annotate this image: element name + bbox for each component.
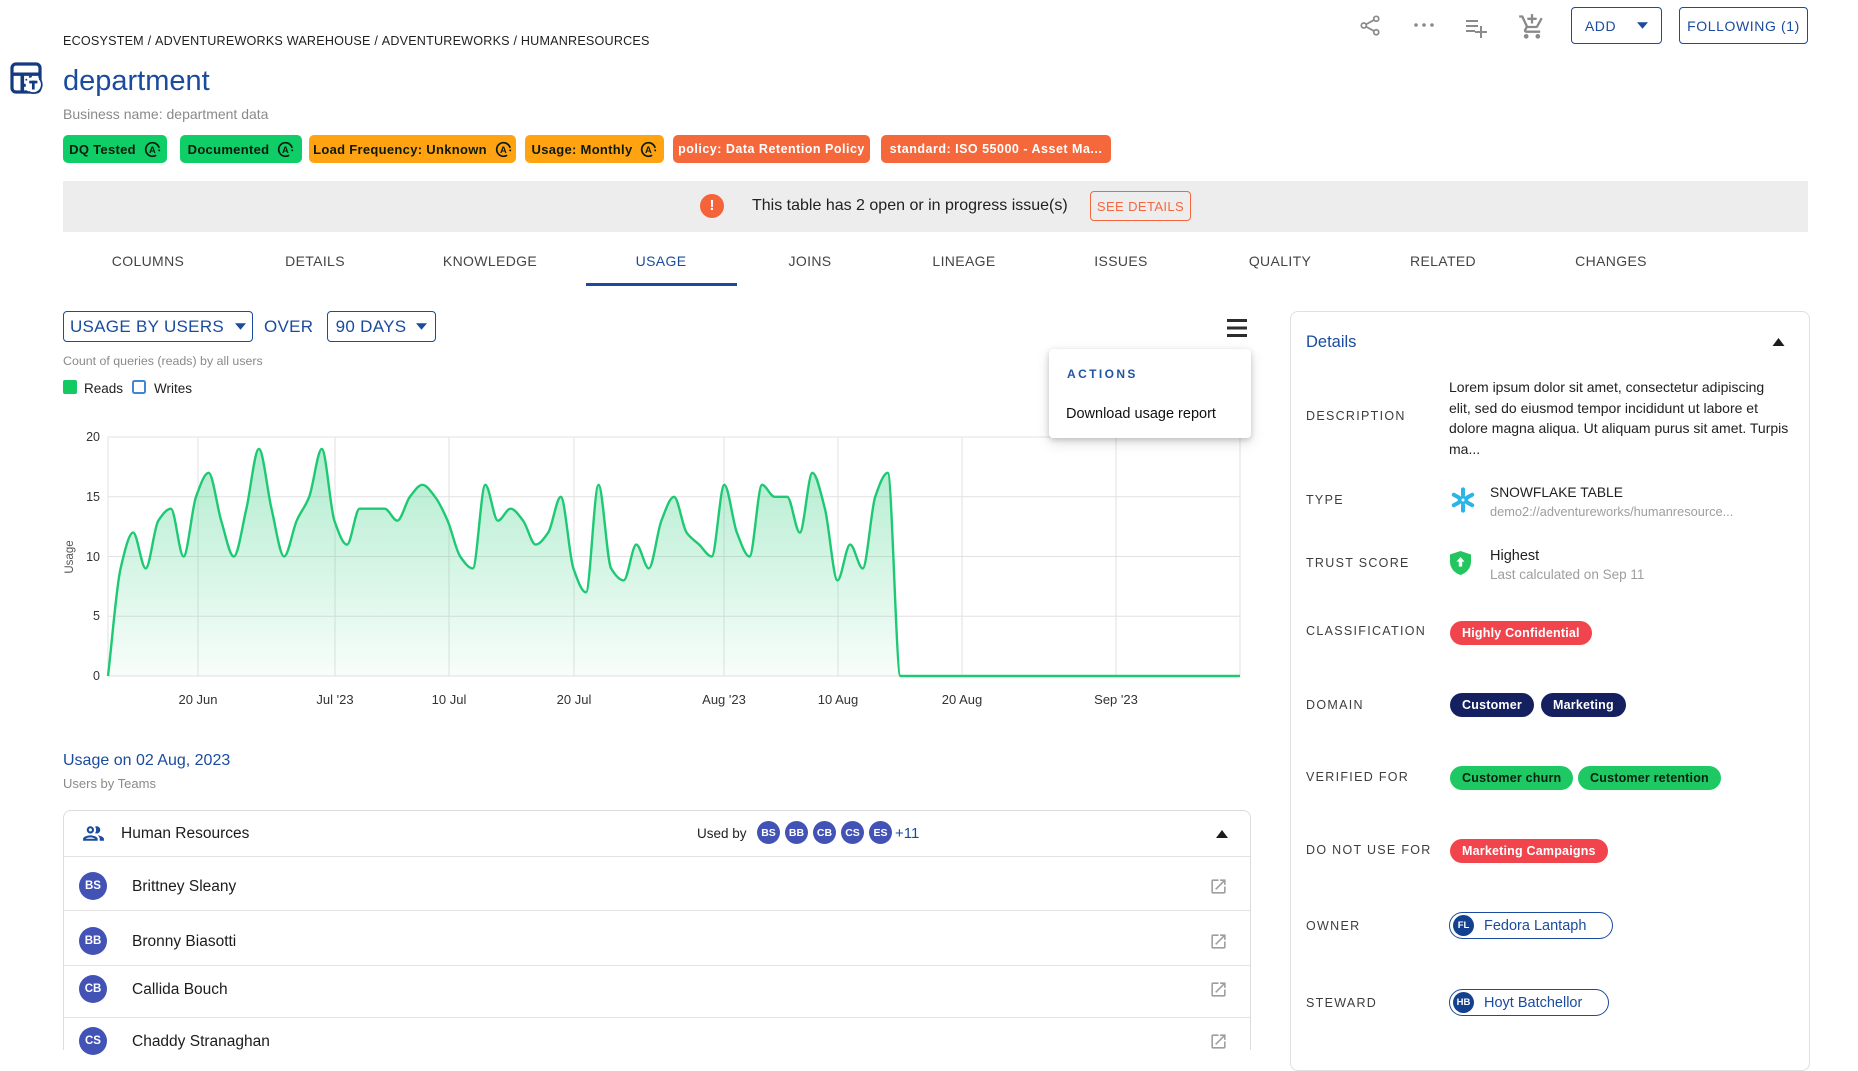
svg-text:Jul '23: Jul '23	[316, 692, 353, 707]
svg-text:Aug '23: Aug '23	[702, 692, 746, 707]
svg-text:A: A	[149, 144, 156, 154]
svg-text:Usage: Usage	[64, 540, 76, 573]
svg-text:10 Aug: 10 Aug	[818, 692, 859, 707]
svg-text:10 Jul: 10 Jul	[432, 692, 467, 707]
svg-text:20: 20	[86, 430, 100, 444]
svg-text:A: A	[645, 144, 652, 154]
svg-text:20 Jun: 20 Jun	[178, 692, 217, 707]
svg-text:A: A	[282, 144, 289, 154]
svg-text:5: 5	[93, 609, 100, 623]
svg-text:15: 15	[86, 490, 100, 504]
svg-text:20 Aug: 20 Aug	[942, 692, 983, 707]
svg-text:10: 10	[86, 550, 100, 564]
svg-text:A: A	[500, 144, 507, 154]
svg-text:0: 0	[93, 669, 100, 683]
svg-text:20 Jul: 20 Jul	[557, 692, 592, 707]
svg-text:Sep '23: Sep '23	[1094, 692, 1138, 707]
